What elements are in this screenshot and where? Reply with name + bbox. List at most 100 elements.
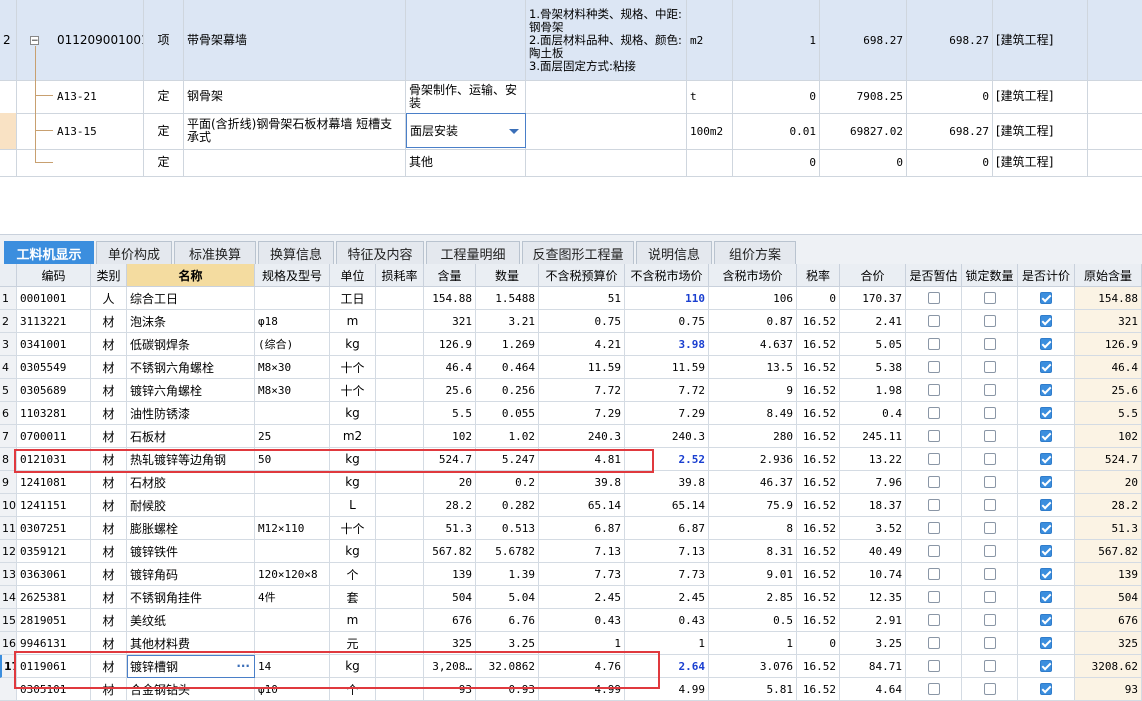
lock-quantity-cell[interactable] bbox=[962, 655, 1018, 678]
provisional-cell[interactable] bbox=[906, 563, 962, 586]
checkbox[interactable] bbox=[983, 476, 996, 488]
name-cell[interactable]: 耐候胶 bbox=[127, 494, 255, 517]
unit-cell[interactable]: 十个 bbox=[330, 517, 376, 540]
category-cell[interactable]: 材 bbox=[91, 609, 127, 632]
lock-quantity-cell[interactable] bbox=[962, 678, 1018, 701]
spec-cell[interactable]: 120×120×8 bbox=[255, 563, 330, 586]
loss-rate-cell[interactable] bbox=[376, 517, 424, 540]
code-cell[interactable]: 0119061 bbox=[17, 655, 91, 678]
header-content[interactable]: 含量 bbox=[424, 264, 476, 287]
checkbox[interactable] bbox=[983, 315, 996, 327]
content-cell[interactable]: 325 bbox=[424, 632, 476, 655]
checkbox[interactable] bbox=[983, 545, 996, 557]
header-quantity[interactable]: 数量 bbox=[476, 264, 539, 287]
unit-cell[interactable]: m bbox=[330, 609, 376, 632]
lock-quantity-cell[interactable] bbox=[962, 287, 1018, 310]
priced-cell[interactable] bbox=[1018, 310, 1075, 333]
original-content-cell[interactable]: 20 bbox=[1075, 471, 1142, 494]
loss-rate-cell[interactable] bbox=[376, 310, 424, 333]
header-tax-rate[interactable]: 税率 bbox=[797, 264, 840, 287]
total-cell[interactable]: 698.27 bbox=[907, 113, 993, 149]
tax-rate-cell[interactable]: 16.52 bbox=[797, 517, 840, 540]
quantity-cell[interactable]: 1.269 bbox=[476, 333, 539, 356]
loss-rate-cell[interactable] bbox=[376, 425, 424, 448]
budget-price-cell[interactable]: 1 bbox=[539, 632, 625, 655]
qty-cell[interactable]: 0 bbox=[733, 149, 820, 176]
checkbox[interactable] bbox=[1040, 476, 1052, 488]
code-cell[interactable]: 0121031 bbox=[17, 448, 91, 471]
market-price-cell[interactable]: 4.99 bbox=[625, 678, 709, 701]
priced-cell[interactable] bbox=[1018, 356, 1075, 379]
header-tax-market-price[interactable]: 含税市场价 bbox=[709, 264, 797, 287]
quantity-cell[interactable]: 1.5488 bbox=[476, 287, 539, 310]
priced-cell[interactable] bbox=[1018, 333, 1075, 356]
checkbox[interactable] bbox=[927, 407, 940, 419]
category-cell[interactable]: 材 bbox=[91, 517, 127, 540]
name-cell[interactable]: 镀锌六角螺栓 bbox=[127, 379, 255, 402]
unit-cell[interactable]: kg bbox=[330, 655, 376, 678]
tax-market-price-cell[interactable]: 46.37 bbox=[709, 471, 797, 494]
tax-rate-cell[interactable]: 0 bbox=[797, 287, 840, 310]
market-price-cell[interactable]: 2.64 bbox=[625, 655, 709, 678]
feature-cell[interactable] bbox=[526, 80, 687, 113]
tax-market-price-cell[interactable]: 4.637 bbox=[709, 333, 797, 356]
spec-cell[interactable] bbox=[255, 540, 330, 563]
priced-cell[interactable] bbox=[1018, 678, 1075, 701]
provisional-cell[interactable] bbox=[906, 287, 962, 310]
checkbox[interactable] bbox=[1040, 545, 1052, 557]
name-cell[interactable]: 带骨架幕墙 bbox=[184, 0, 406, 80]
name-cell[interactable]: 钢骨架 bbox=[184, 80, 406, 113]
name-cell[interactable]: 镀锌角码 bbox=[127, 563, 255, 586]
category-cell[interactable]: 材 bbox=[91, 356, 127, 379]
header-spec[interactable]: 规格及型号 bbox=[255, 264, 330, 287]
original-content-cell[interactable]: 524.7 bbox=[1075, 448, 1142, 471]
table-row[interactable]: 4 0305549 材不锈钢六角螺栓 M8×30 十个 46.4 0.464 11.59 11.… bbox=[0, 356, 1142, 379]
loss-rate-cell[interactable] bbox=[376, 287, 424, 310]
tax-market-price-cell[interactable]: 2.85 bbox=[709, 586, 797, 609]
name-cell[interactable]: 膨胀螺栓 bbox=[127, 517, 255, 540]
checkbox[interactable] bbox=[1040, 384, 1052, 396]
content-cell[interactable]: 25.6 bbox=[424, 379, 476, 402]
content-cell[interactable]: 567.82 bbox=[424, 540, 476, 563]
name-cell[interactable]: 合金钢钻头 bbox=[127, 678, 255, 701]
budget-price-cell[interactable]: 6.87 bbox=[539, 517, 625, 540]
quota-row[interactable]: A13-15 定 平面(含折线)钢骨架石板材幕墙 短槽支承式 100m2 0.0… bbox=[0, 113, 1142, 150]
market-price-cell[interactable]: 7.73 bbox=[625, 563, 709, 586]
amount-cell[interactable]: 7.96 bbox=[840, 471, 906, 494]
header-code[interactable]: 编码 bbox=[17, 264, 91, 287]
name-cell[interactable] bbox=[184, 149, 406, 176]
price-cell[interactable]: 7908.25 bbox=[820, 80, 907, 113]
checkbox[interactable] bbox=[983, 453, 996, 465]
loss-rate-cell[interactable] bbox=[376, 678, 424, 701]
loss-rate-cell[interactable] bbox=[376, 655, 424, 678]
quantity-cell[interactable]: 5.04 bbox=[476, 586, 539, 609]
checkbox[interactable] bbox=[927, 591, 940, 603]
table-row[interactable]: 13 0363061 材镀锌角码 120×120×8 个 139 1.39 7.73 7.73 9… bbox=[0, 563, 1142, 586]
unit-cell[interactable]: kg bbox=[330, 448, 376, 471]
checkbox[interactable] bbox=[1040, 522, 1052, 534]
tax-market-price-cell[interactable]: 13.5 bbox=[709, 356, 797, 379]
quantity-cell[interactable]: 0.464 bbox=[476, 356, 539, 379]
total-cell[interactable]: 0 bbox=[907, 149, 993, 176]
category-cell[interactable]: 材 bbox=[91, 333, 127, 356]
quantity-cell[interactable]: 0.93 bbox=[476, 678, 539, 701]
name-cell[interactable]: 不锈钢角挂件 bbox=[127, 586, 255, 609]
lock-quantity-cell[interactable] bbox=[962, 471, 1018, 494]
collapse-toggle-icon[interactable]: − bbox=[30, 36, 39, 46]
market-price-cell[interactable]: 3.98 bbox=[625, 333, 709, 356]
lock-quantity-cell[interactable] bbox=[962, 563, 1018, 586]
checkbox[interactable] bbox=[983, 660, 996, 672]
original-content-cell[interactable]: 676 bbox=[1075, 609, 1142, 632]
code-cell[interactable]: 3113221 bbox=[17, 310, 91, 333]
original-content-cell[interactable]: 102 bbox=[1075, 425, 1142, 448]
checkbox[interactable] bbox=[1040, 660, 1052, 672]
lock-quantity-cell[interactable] bbox=[962, 356, 1018, 379]
budget-price-cell[interactable]: 0.43 bbox=[539, 609, 625, 632]
tax-rate-cell[interactable]: 16.52 bbox=[797, 333, 840, 356]
spec-cell[interactable]: 50 bbox=[255, 448, 330, 471]
checkbox[interactable] bbox=[927, 660, 940, 672]
header-unit[interactable]: 单位 bbox=[330, 264, 376, 287]
category-cell[interactable]: [建筑工程] bbox=[993, 113, 1088, 149]
tax-market-price-cell[interactable]: 106 bbox=[709, 287, 797, 310]
loss-rate-cell[interactable] bbox=[376, 356, 424, 379]
